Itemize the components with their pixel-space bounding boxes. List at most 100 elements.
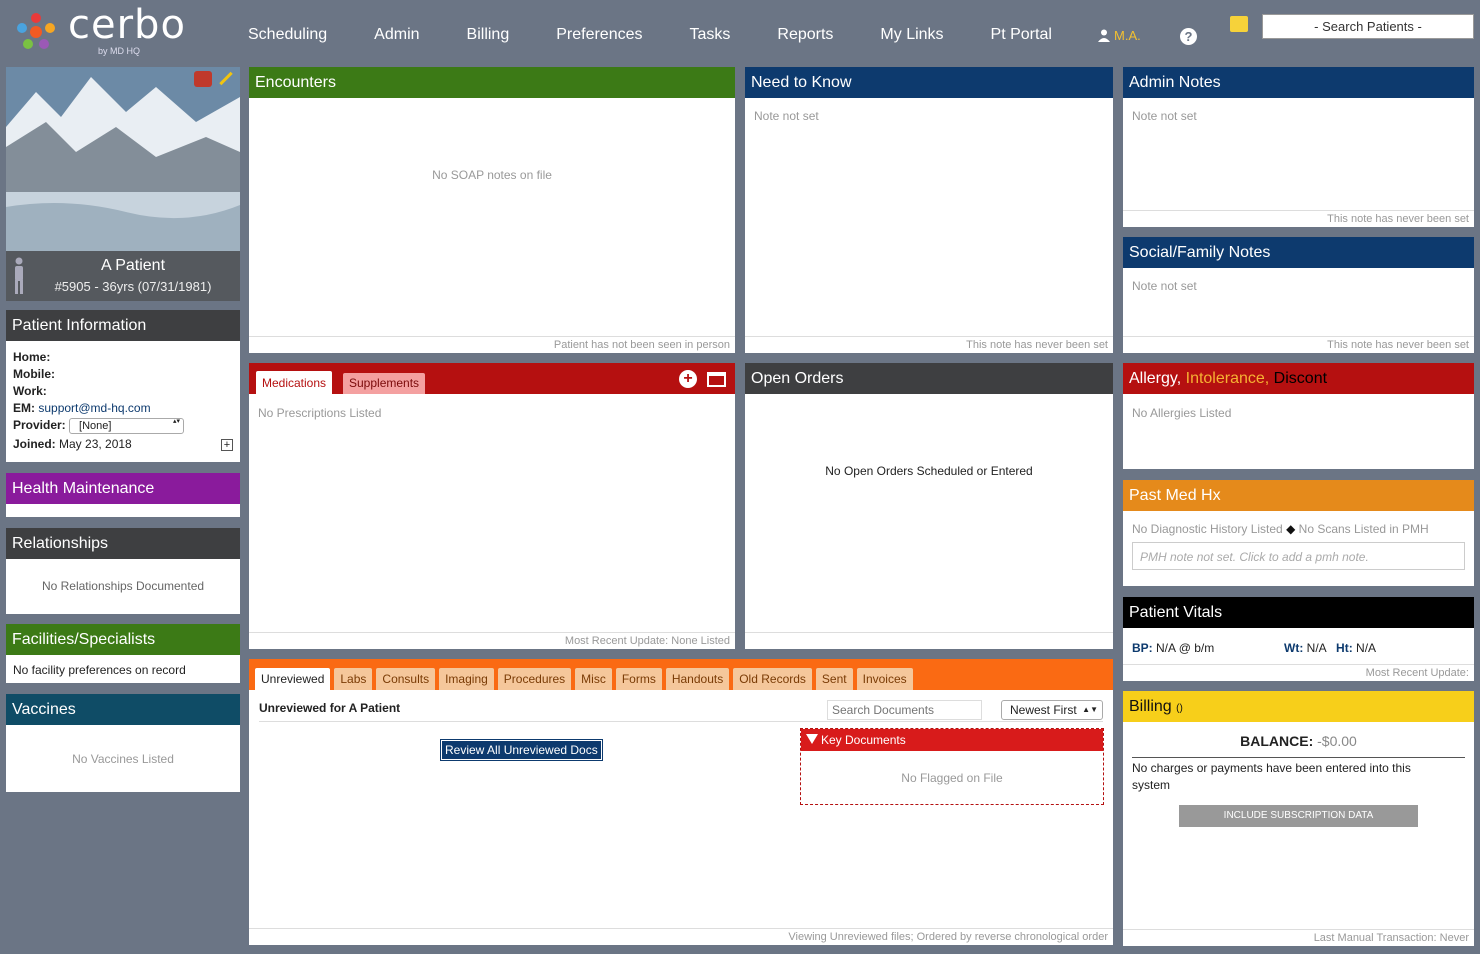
social-notes-note[interactable]: Note not set (1132, 279, 1197, 293)
balance-value: -$0.00 (1317, 733, 1357, 749)
vaccines-empty: No Vaccines Listed (72, 752, 174, 766)
open-orders-header[interactable]: Open Orders (745, 363, 1113, 394)
tab-imaging[interactable]: Imaging (439, 668, 494, 690)
encounters-header[interactable]: Encounters (249, 67, 735, 98)
billing-header[interactable]: Billing () (1123, 691, 1474, 722)
divider (1132, 757, 1465, 758)
need-to-know-panel: Need to Know Note not set This note has … (745, 67, 1113, 353)
edit-pencil-icon[interactable] (219, 71, 233, 86)
social-notes-footer: This note has never been set (1327, 339, 1469, 351)
bp-label: BP: (1132, 641, 1153, 655)
expand-plus-icon[interactable]: + (221, 439, 233, 451)
tab-handouts[interactable]: Handouts (665, 668, 730, 690)
tab-old-records[interactable]: Old Records (733, 668, 812, 690)
provider-label: Provider: (13, 418, 66, 433)
tab-unreviewed[interactable]: Unreviewed (255, 668, 331, 690)
nav-my-links[interactable]: My Links (880, 26, 943, 44)
documents-heading: Unreviewed for A Patient (259, 701, 401, 715)
patient-name: A Patient (100, 257, 166, 274)
patient-id-age: #5905 - 36yrs (07/31/1981) (54, 279, 212, 294)
discont-title: Discont (1269, 370, 1328, 387)
divider (249, 336, 735, 337)
balance-label: BALANCE: (1240, 733, 1314, 749)
encounters-panel: Encounters No SOAP notes on file Patient… (249, 67, 735, 353)
divider (1123, 210, 1474, 211)
help-icon[interactable]: ? (1180, 28, 1197, 45)
include-subscription-button[interactable]: INCLUDE SUBSCRIPTION DATA (1179, 805, 1418, 827)
em-email-link[interactable]: support@md-hq.com (38, 401, 150, 415)
provider-select[interactable]: [None] (69, 418, 185, 434)
flag-triangle-icon (806, 734, 818, 744)
patient-vitals-panel: Patient Vitals BP: N/A @ b/m Wt: N/A Ht:… (1123, 597, 1474, 681)
mobile-label: Mobile: (13, 367, 55, 381)
health-maintenance-header[interactable]: Health Maintenance (6, 473, 240, 504)
divider (259, 721, 1103, 722)
medications-empty: No Prescriptions Listed (258, 406, 382, 420)
tab-labs[interactable]: Labs (334, 668, 373, 690)
tab-invoices[interactable]: Invoices (856, 668, 913, 690)
allergy-panel: Allergy, Intolerance, Discont No Allergi… (1123, 363, 1474, 469)
facilities-header[interactable]: Facilities/Specialists (6, 624, 240, 655)
allergy-title: Allergy, (1129, 370, 1182, 387)
vaccines-header[interactable]: Vaccines (6, 694, 240, 725)
select-arrows-icon: ▲▼ (1082, 705, 1098, 714)
sort-order-select[interactable]: Newest First ▲▼ (1001, 700, 1103, 720)
user-menu[interactable]: M.A. (1098, 28, 1141, 43)
billing-panel: Billing () BALANCE: -$0.00 No charges or… (1123, 691, 1474, 946)
sticky-note-icon[interactable] (1230, 16, 1248, 32)
billing-footer: Last Manual Transaction: Never (1313, 932, 1469, 944)
em-label: EM: (13, 401, 35, 415)
divider (745, 336, 1113, 337)
documents-footer: Viewing Unreviewed files; Ordered by rev… (788, 931, 1108, 943)
patient-photo[interactable] (6, 67, 240, 251)
logo-mark-icon (17, 13, 55, 49)
tab-medications[interactable]: Medications (256, 371, 333, 395)
tab-consults[interactable]: Consults (376, 668, 436, 690)
intolerance-title: Intolerance, (1181, 370, 1270, 387)
need-to-know-footer: This note has never been set (966, 339, 1108, 351)
nav-preferences[interactable]: Preferences (556, 26, 642, 44)
pmh-diagnostic-empty: No Diagnostic History Listed (1132, 522, 1283, 536)
tab-misc[interactable]: Misc (575, 668, 612, 690)
past-med-hx-header[interactable]: Past Med Hx (1123, 480, 1474, 511)
patient-photo-card: A Patient #5905 - 36yrs (07/31/1981) (6, 67, 240, 301)
nav-reports[interactable]: Reports (777, 26, 833, 44)
comment-icon[interactable] (194, 71, 212, 87)
cerbo-logo[interactable]: cerbo by MD HQ (10, 2, 185, 60)
sort-order-value: Newest First (1010, 703, 1077, 717)
admin-notes-note[interactable]: Note not set (1132, 109, 1197, 123)
admin-notes-header: Admin Notes (1123, 67, 1474, 98)
tab-supplements[interactable]: Supplements (343, 373, 426, 394)
bp-value: N/A @ b/m (1156, 641, 1215, 655)
nav-pt-portal[interactable]: Pt Portal (991, 26, 1052, 44)
joined-label: Joined: (13, 437, 56, 451)
social-family-notes-header: Social/Family Notes (1123, 237, 1474, 268)
billing-note: No charges or payments have been entered… (1132, 761, 1411, 792)
tab-procedures[interactable]: Procedures (497, 668, 572, 690)
user-initials: M.A. (1114, 28, 1141, 43)
need-to-know-header: Need to Know (745, 67, 1113, 98)
nav-scheduling[interactable]: Scheduling (248, 26, 327, 44)
need-to-know-note[interactable]: Note not set (754, 109, 819, 123)
divider (1123, 336, 1474, 337)
patient-vitals-header[interactable]: Patient Vitals (1123, 597, 1474, 628)
tab-sent[interactable]: Sent (815, 668, 853, 690)
add-medication-icon[interactable]: + (679, 370, 697, 388)
relationships-header[interactable]: Relationships (6, 528, 240, 559)
nav-admin[interactable]: Admin (374, 26, 419, 44)
work-label: Work: (13, 384, 47, 398)
pmh-note-input[interactable]: PMH note not set. Click to add a pmh not… (1132, 542, 1465, 570)
tab-forms[interactable]: Forms (615, 668, 662, 690)
allergy-header[interactable]: Allergy, Intolerance, Discont (1123, 363, 1474, 394)
documents-panel: Unreviewed Labs Consults Imaging Procedu… (249, 659, 1113, 945)
patient-information-header: Patient Information (6, 310, 240, 341)
search-documents-input[interactable] (827, 700, 982, 720)
key-documents-title: Key Documents (821, 733, 906, 747)
nav-billing[interactable]: Billing (467, 26, 510, 44)
expand-window-icon[interactable] (707, 372, 726, 387)
nav-tasks[interactable]: Tasks (689, 26, 730, 44)
review-all-unreviewed-button[interactable]: Review All Unreviewed Docs (440, 739, 603, 761)
key-documents-header[interactable]: Key Documents (801, 729, 1103, 751)
mountain-photo-image (6, 67, 240, 251)
search-patients-input[interactable]: - Search Patients - (1262, 14, 1474, 39)
